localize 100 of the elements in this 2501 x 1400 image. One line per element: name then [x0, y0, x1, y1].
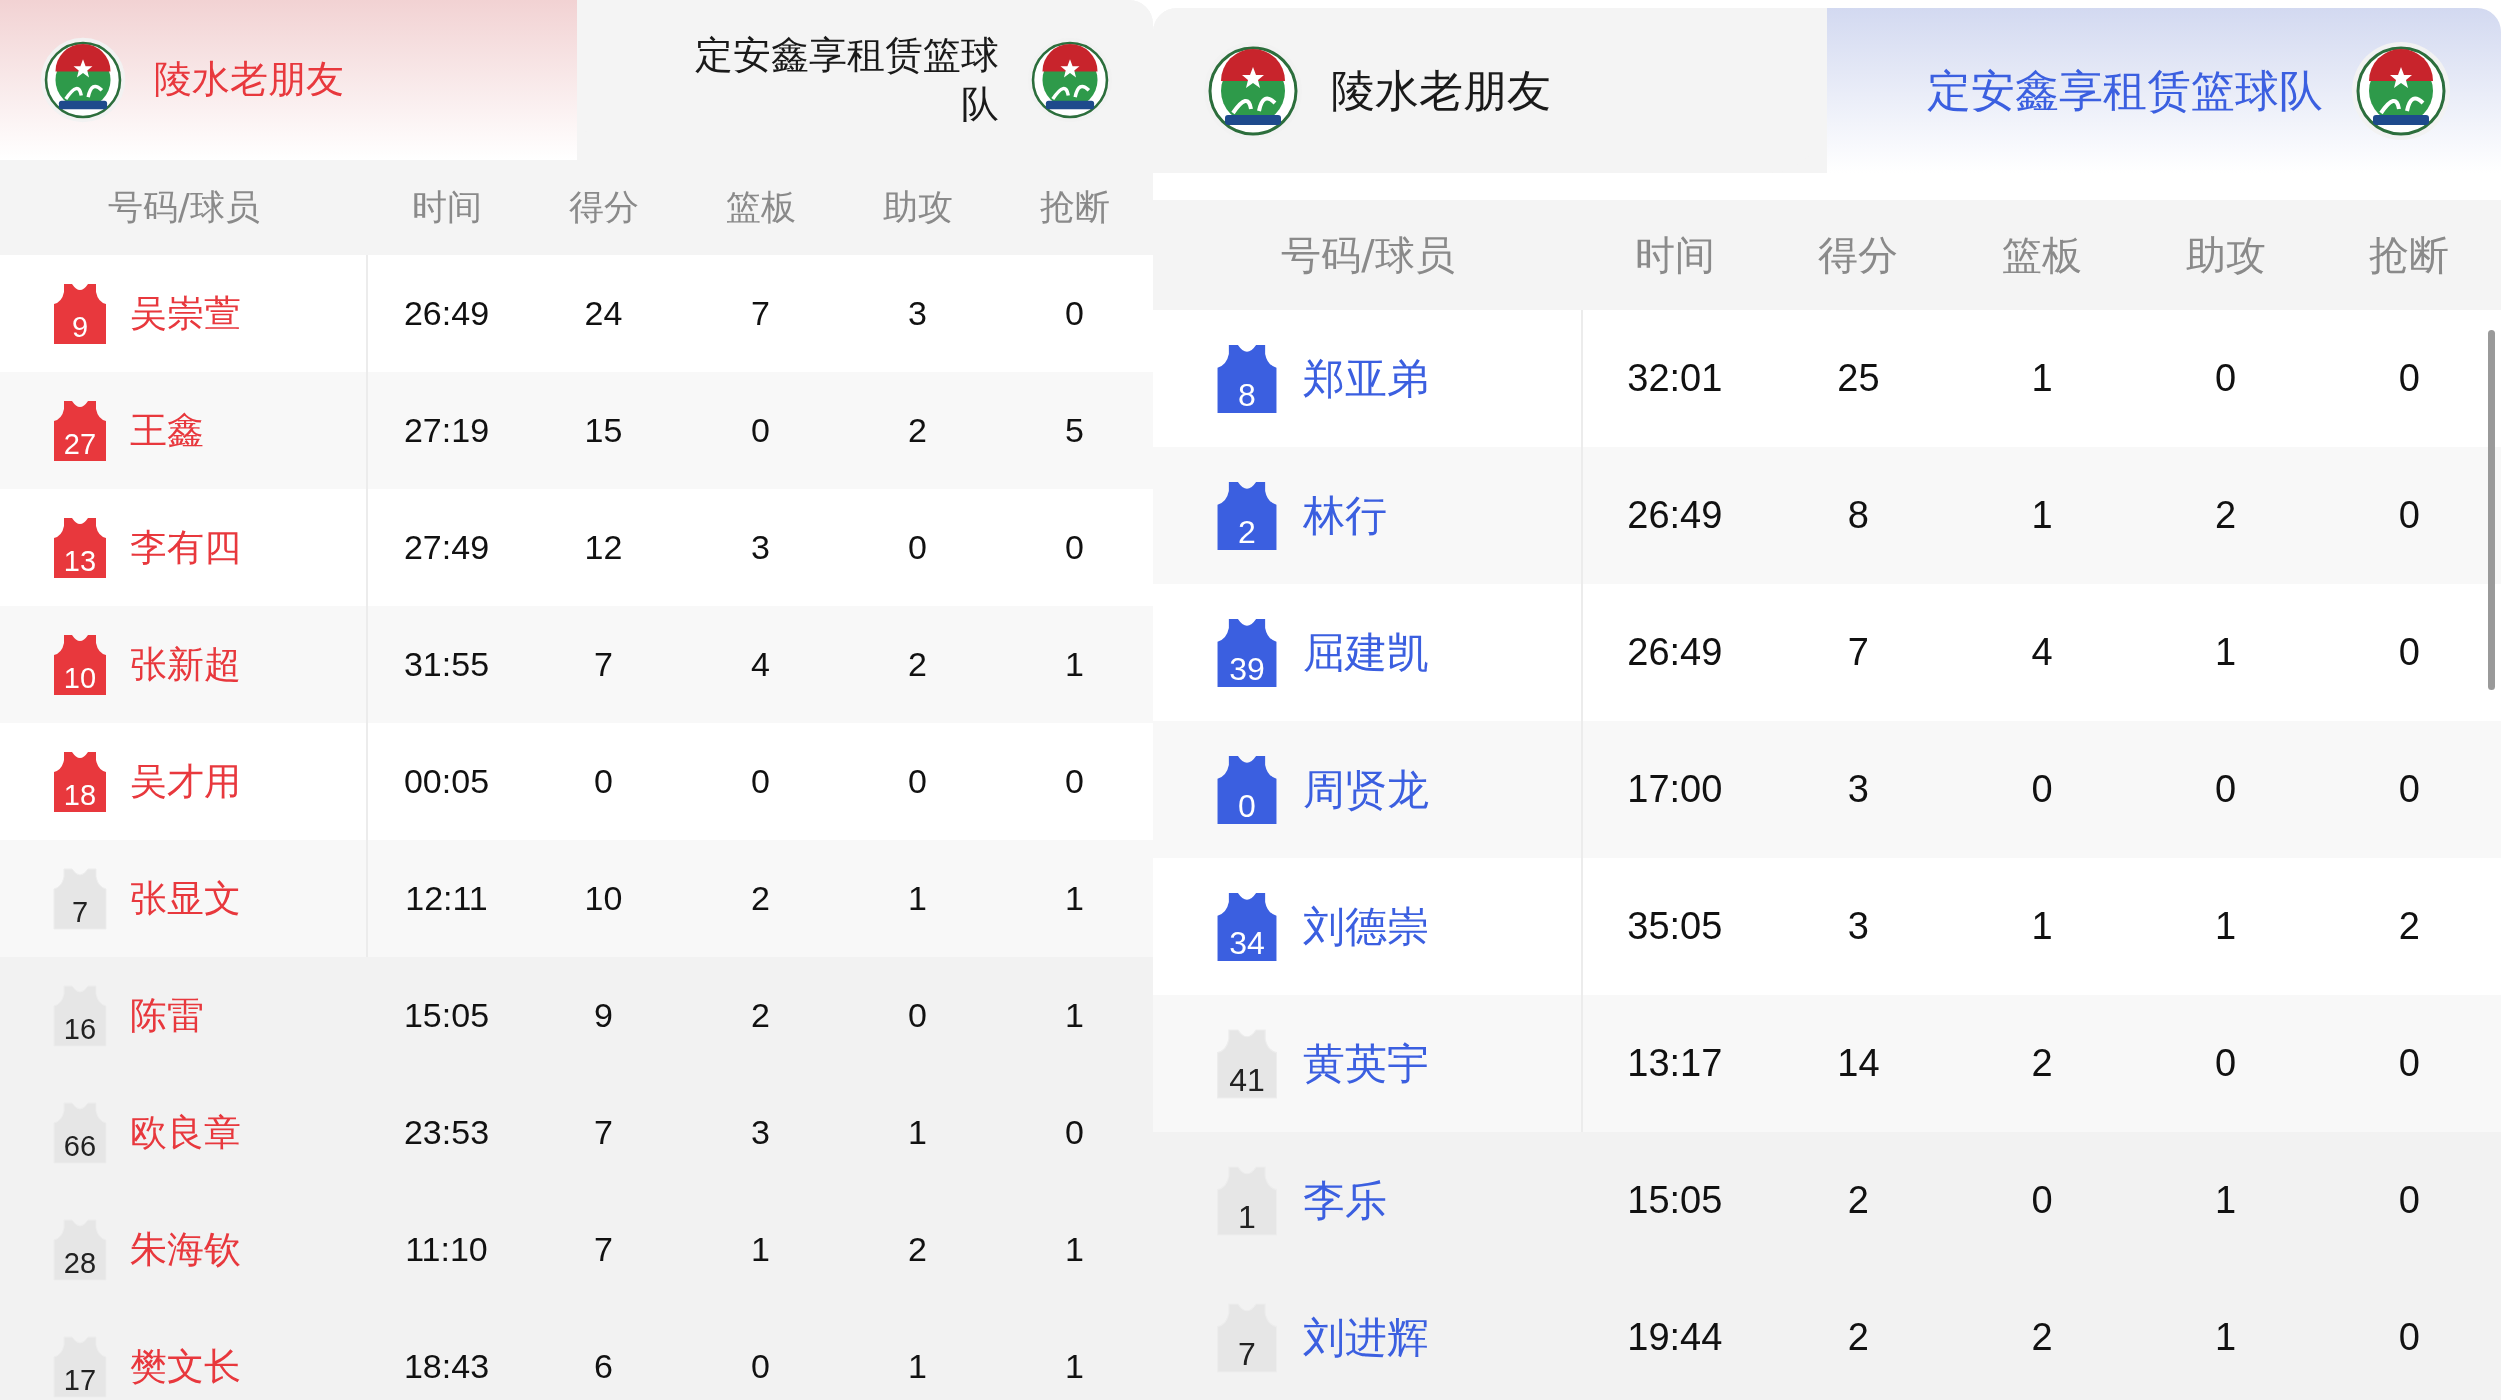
stat-cell-text: 27:19: [402, 411, 491, 450]
player-name[interactable]: 朱海钦: [130, 1224, 241, 1275]
stat-cell-text: 5: [1064, 411, 1085, 450]
stat-cell-text: 2: [2030, 1316, 2054, 1359]
stat-cell-text: 0: [2397, 631, 2421, 674]
stat-cell-text: 1: [1064, 879, 1085, 918]
stat-cell-text: 0: [2214, 357, 2238, 400]
column-header: 助攻: [2184, 230, 2267, 280]
jersey-number: 34: [1229, 926, 1265, 962]
stat-cell-text: 13:17: [1626, 1042, 1724, 1085]
stat-cell-text: 2: [907, 645, 928, 684]
player-name[interactable]: 刘进辉: [1303, 1309, 1429, 1366]
column-header: 助攻: [881, 186, 954, 229]
stat-cell-text: 3: [750, 1113, 771, 1152]
player-name[interactable]: 周贤龙: [1303, 761, 1429, 818]
stat-cell-text: 0: [1064, 528, 1085, 567]
stat-cell-text: 7: [593, 645, 614, 684]
stat-cell-text: 0: [750, 762, 771, 801]
stat-cell-text: 2: [2397, 905, 2421, 948]
column-header: 得分: [567, 186, 640, 229]
column-header: 时间: [1633, 230, 1716, 280]
stat-cell-text: 1: [907, 1347, 928, 1386]
stat-cell-text: 0: [907, 528, 928, 567]
stat-cell-text: 2: [907, 1230, 928, 1269]
player-name[interactable]: 郑亚弟: [1303, 350, 1429, 407]
jersey-number: 17: [63, 1364, 97, 1397]
jersey-number: 8: [1238, 378, 1256, 414]
jersey-number: 27: [63, 428, 97, 461]
stat-cell-text: 26:49: [402, 294, 491, 333]
player-name[interactable]: 吴崇萱: [130, 288, 241, 339]
emblem-icon: [2351, 40, 2451, 141]
stat-cell-text: 0: [1064, 294, 1085, 333]
player-name[interactable]: 黄英宇: [1303, 1035, 1429, 1092]
stat-cell-text: 35:05: [1626, 905, 1724, 948]
stat-cell-text: 8: [1846, 494, 1870, 537]
team-tab[interactable]: 定安鑫享租赁篮球队: [1827, 8, 2501, 173]
stat-cell-text: 1: [2030, 357, 2054, 400]
stat-cell-text: 11:10: [404, 1230, 489, 1269]
stat-cell-text: 2: [2030, 1042, 2054, 1085]
stat-cell-text: 14: [1836, 1042, 1881, 1085]
stat-cell-text: 17:00: [1626, 768, 1724, 811]
column-header: 号码/球员: [107, 186, 261, 229]
stat-cell-text: 12: [583, 528, 624, 567]
player-name[interactable]: 李乐: [1303, 1172, 1387, 1229]
stat-cell-text: 2: [2214, 494, 2238, 537]
stat-cell-text: 15:05: [402, 996, 491, 1035]
jersey-number: 7: [71, 896, 89, 929]
player-name[interactable]: 林行: [1303, 487, 1387, 544]
player-name[interactable]: 樊文长: [130, 1341, 241, 1392]
stat-cell-text: 26:49: [1626, 494, 1724, 537]
player-name[interactable]: 李有四: [130, 522, 241, 573]
jersey-number: 13: [63, 545, 97, 578]
stat-cell-text: 19:44: [1626, 1316, 1724, 1359]
jersey-number: 9: [71, 311, 89, 344]
stat-cell-text: 2: [907, 411, 928, 450]
player-name[interactable]: 屈建凯: [1303, 624, 1429, 681]
stat-cell-text: 0: [750, 1347, 771, 1386]
stat-cell-text: 0: [2397, 357, 2421, 400]
column-header: 得分: [1817, 230, 1900, 280]
stat-cell-text: 1: [907, 879, 928, 918]
stat-cell-text: 0: [593, 762, 614, 801]
stat-cell-text: 0: [2397, 768, 2421, 811]
player-name[interactable]: 张显文: [130, 873, 241, 924]
jersey-number: 28: [63, 1247, 97, 1280]
stat-cell-text: 7: [750, 294, 771, 333]
jersey-number: 7: [1238, 1337, 1256, 1373]
stat-cell-text: 0: [2397, 1316, 2421, 1359]
column-header: 篮板: [2001, 230, 2083, 280]
column-header: 抢断: [1038, 186, 1111, 229]
stat-cell-text: 0: [2030, 768, 2054, 811]
stat-cell-text: 3: [750, 528, 771, 567]
player-name[interactable]: 刘德崇: [1303, 898, 1429, 955]
stat-cell-text: 3: [1846, 768, 1870, 811]
stat-cell-text: 23:53: [402, 1113, 491, 1152]
stat-cell-text: 0: [1064, 1113, 1085, 1152]
stat-cell-text: 10: [583, 879, 624, 918]
stat-cell-text: 0: [750, 411, 771, 450]
stat-cell-text: 1: [2030, 905, 2054, 948]
stat-cell-text: 00:05: [402, 762, 491, 801]
team-tab[interactable]: 陵水老朋友: [0, 0, 577, 160]
player-name[interactable]: 王鑫: [130, 405, 204, 456]
emblem-icon: [40, 37, 126, 123]
stat-cell-text: 1: [1064, 1347, 1085, 1386]
stat-cell-text: 0: [2214, 1042, 2238, 1085]
column-header: 号码/球员: [1280, 230, 1456, 280]
stat-cell-text: 1: [2214, 905, 2238, 948]
stat-cell-text: 9: [593, 996, 614, 1035]
stat-cell-text: 12:11: [404, 879, 489, 918]
stat-cell-text: 1: [750, 1230, 771, 1269]
stat-cell-text: 1: [1064, 996, 1085, 1035]
jersey-number: 16: [63, 1013, 97, 1046]
player-name[interactable]: 陈雷: [130, 990, 204, 1041]
stat-cell-text: 1: [907, 1113, 928, 1152]
jersey-number: 1: [1238, 1200, 1256, 1236]
scrollbar[interactable]: [2488, 330, 2495, 690]
player-name[interactable]: 张新超: [130, 639, 241, 690]
player-name[interactable]: 吴才用: [130, 756, 241, 807]
player-name[interactable]: 欧良章: [130, 1107, 241, 1158]
stat-cell-text: 27:49: [402, 528, 491, 567]
stat-cell-text: 31:55: [402, 645, 491, 684]
